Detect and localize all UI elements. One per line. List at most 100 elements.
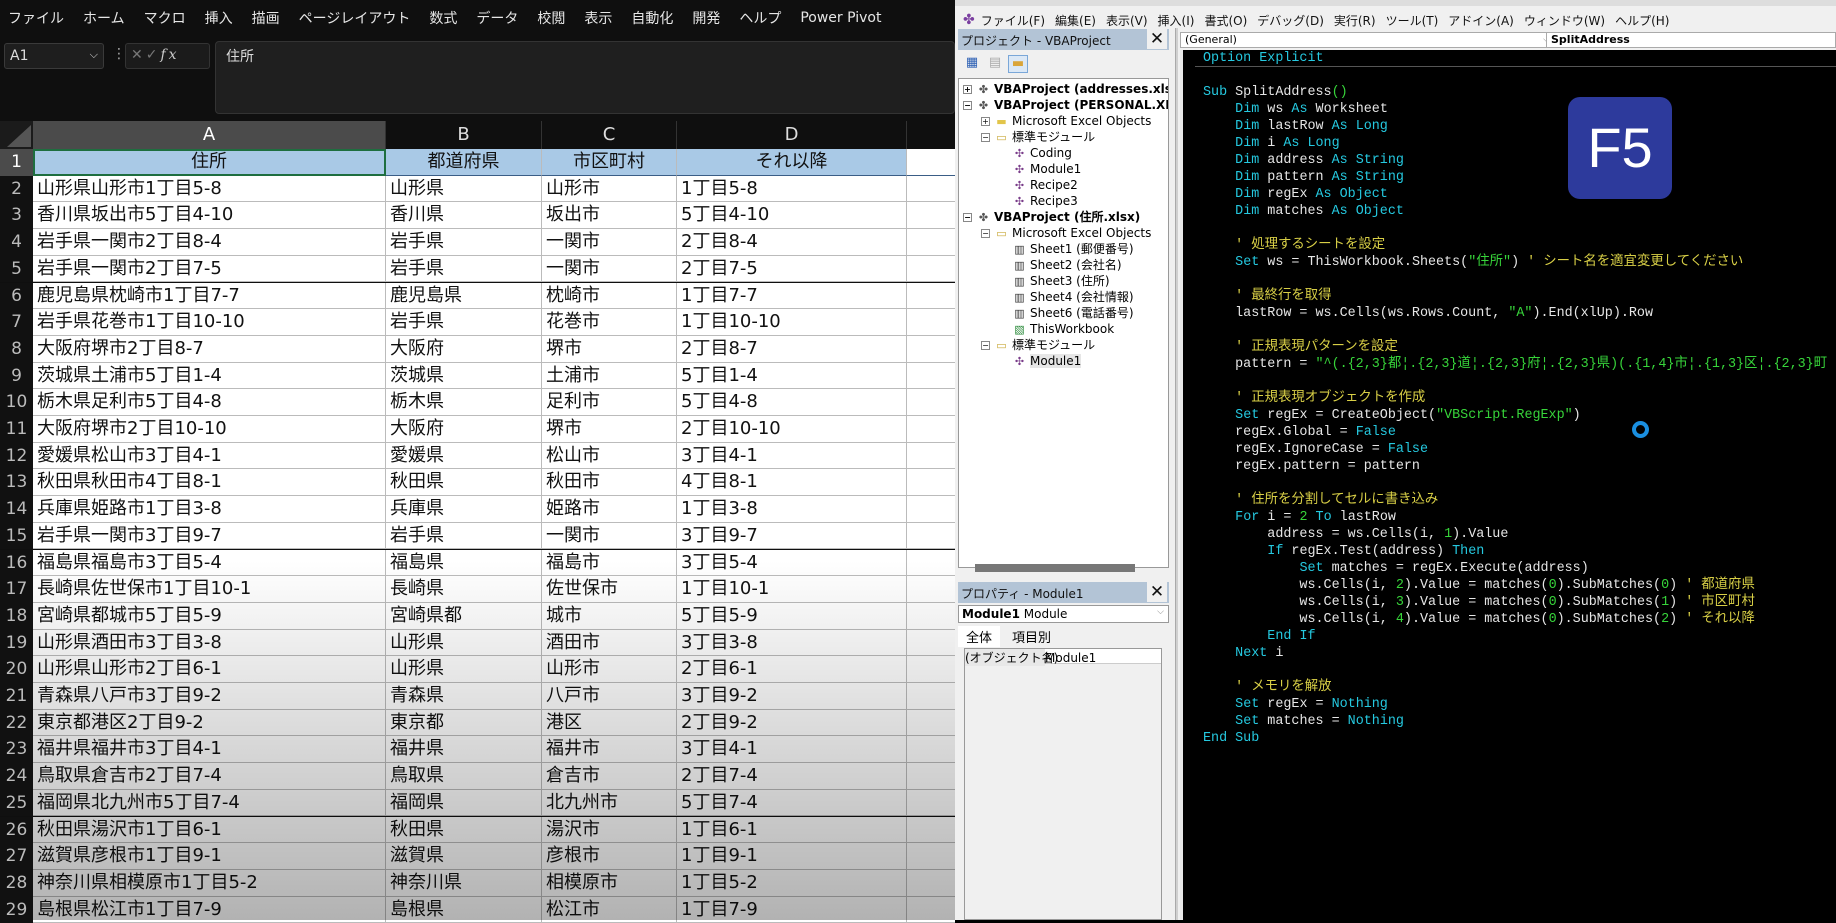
tree-item[interactable]: − ▭ Microsoft Excel Objects [981, 225, 1151, 241]
menu-item[interactable]: アドイン(A) [1448, 12, 1514, 29]
row-header[interactable]: 22 [0, 709, 33, 737]
cell[interactable]: 東京都 [386, 709, 542, 737]
row-header[interactable]: 4 [0, 229, 33, 256]
cell[interactable]: 香川県 [386, 202, 542, 230]
tree-item[interactable]: − ▭ 標準モジュール [981, 129, 1095, 145]
cell[interactable]: 東京都港区2丁目9-2 [33, 709, 386, 737]
name-box[interactable]: A1 ⌵ [4, 43, 104, 69]
empty-cell[interactable] [907, 789, 955, 817]
collapse-icon[interactable]: − [963, 213, 972, 222]
close-icon[interactable]: ✕ [1147, 29, 1167, 49]
cell[interactable]: 2丁目8-4 [677, 229, 907, 256]
empty-cell[interactable] [907, 602, 955, 630]
cell[interactable]: 鹿児島県枕崎市1丁目7-7 [33, 282, 386, 310]
cell[interactable]: 1丁目5-2 [677, 869, 907, 897]
cell[interactable]: 秋田県秋田市4丁目8-1 [33, 469, 386, 497]
empty-cell[interactable] [907, 522, 955, 550]
menu-item[interactable]: ツール(T) [1386, 12, 1439, 29]
property-value[interactable]: Module1 [1045, 651, 1096, 665]
properties-object-select[interactable]: Module1 Module ⌵ [958, 605, 1169, 623]
ribbon-tab[interactable]: 描画 [252, 8, 280, 28]
cell[interactable]: 福島県福島市3丁目5-4 [33, 549, 386, 577]
cell[interactable]: 秋田市 [542, 469, 677, 497]
cell[interactable]: 3丁目9-7 [677, 522, 907, 550]
row-header[interactable]: 11 [0, 416, 33, 443]
cell[interactable]: 長崎県 [386, 576, 542, 603]
tree-item[interactable]: ▥ Sheet1 (郵便番号) [1012, 241, 1133, 257]
row-header[interactable]: 19 [0, 629, 33, 657]
cell[interactable]: 鳥取県倉吉市2丁目7-4 [33, 763, 386, 790]
ribbon-tab[interactable]: 表示 [584, 8, 612, 28]
cell[interactable]: 彦根市 [542, 843, 677, 870]
cell[interactable]: 一関市 [542, 522, 677, 550]
horizontal-scrollbar[interactable] [975, 564, 1135, 572]
cell[interactable]: 1丁目6-1 [677, 816, 907, 844]
cell[interactable]: 青森県八戸市3丁目9-2 [33, 683, 386, 710]
cell[interactable]: 岩手県 [386, 309, 542, 336]
cell[interactable]: 佐世保市 [542, 576, 677, 603]
toggle-folders-icon[interactable]: ▬ [1008, 55, 1028, 73]
cell[interactable]: 福井県福井市3丁目4-1 [33, 736, 386, 764]
cell[interactable]: 大阪府 [386, 335, 542, 363]
tree-item[interactable]: ▧ ThisWorkbook [1012, 321, 1114, 337]
cell[interactable]: 3丁目4-1 [677, 736, 907, 764]
cell[interactable]: 1丁目10-10 [677, 309, 907, 336]
empty-cell[interactable] [907, 255, 955, 283]
cell[interactable]: 島根県 [386, 896, 542, 923]
row-header[interactable]: 29 [0, 896, 33, 923]
cell[interactable]: 1丁目3-8 [677, 496, 907, 523]
empty-cell[interactable] [907, 416, 955, 443]
cell[interactable]: 長崎県佐世保市1丁目10-1 [33, 576, 386, 603]
cell[interactable]: 福岡県北九州市5丁目7-4 [33, 789, 386, 817]
cell[interactable]: 山形県山形市2丁目6-1 [33, 656, 386, 683]
row-header[interactable]: 27 [0, 843, 33, 870]
tab-alphabetic[interactable]: 全体 [958, 626, 1001, 647]
tree-item[interactable]: + ▬ Microsoft Excel Objects [981, 113, 1151, 129]
row-header[interactable]: 28 [0, 869, 33, 897]
empty-cell[interactable] [907, 896, 955, 923]
ribbon-tab[interactable]: ファイル [8, 8, 64, 28]
column-header-d[interactable]: D [677, 121, 907, 149]
row-header[interactable]: 7 [0, 309, 33, 336]
empty-cell[interactable] [907, 309, 955, 336]
cell[interactable]: 神奈川県相模原市1丁目5-2 [33, 869, 386, 897]
tree-item[interactable]: ✣ Module1 [1012, 353, 1082, 369]
procedure-select[interactable]: SplitAddress [1546, 32, 1836, 48]
cell[interactable]: 神奈川県 [386, 869, 542, 897]
cell[interactable]: 秋田県湯沢市1丁目6-1 [33, 816, 386, 844]
cell[interactable]: 堺市 [542, 335, 677, 363]
cell[interactable]: 茨城県土浦市5丁目1-4 [33, 362, 386, 390]
cell[interactable]: 2丁目7-5 [677, 255, 907, 283]
collapse-icon[interactable]: − [981, 133, 990, 142]
chevron-down-icon[interactable]: ⌵ [90, 48, 98, 62]
ribbon-tab[interactable]: 開発 [692, 8, 720, 28]
row-header[interactable]: 5 [0, 255, 33, 283]
cell[interactable]: 4丁目8-1 [677, 469, 907, 497]
cell[interactable]: 愛媛県 [386, 442, 542, 470]
cell[interactable]: 岩手県一関市3丁目9-7 [33, 522, 386, 550]
cell[interactable]: 兵庫県 [386, 496, 542, 523]
cell[interactable]: 山形県 [386, 656, 542, 683]
ribbon-tab[interactable]: 挿入 [205, 8, 233, 28]
cell[interactable]: 2丁目8-7 [677, 335, 907, 363]
empty-cell[interactable] [907, 549, 955, 577]
ribbon-tab[interactable]: 自動化 [631, 8, 673, 28]
menu-item[interactable]: ウィンドウ(W) [1524, 12, 1605, 29]
ribbon-tab[interactable]: ページレイアウト [299, 8, 411, 28]
ribbon-tab[interactable]: ホーム [83, 8, 125, 28]
cell[interactable]: 宮崎県都城市5丁目5-9 [33, 602, 386, 630]
row-header[interactable]: 24 [0, 763, 33, 790]
chevron-down-icon[interactable]: ⌵ [1157, 607, 1164, 617]
row-header[interactable]: 3 [0, 202, 33, 230]
cell[interactable]: 岩手県花巻市1丁目10-10 [33, 309, 386, 336]
ribbon-tab[interactable]: マクロ [144, 8, 186, 28]
cell[interactable]: 相模原市 [542, 869, 677, 897]
cell[interactable]: 1丁目7-7 [677, 282, 907, 310]
cell[interactable]: 岩手県 [386, 522, 542, 550]
cell[interactable]: 福岡県 [386, 789, 542, 817]
cell[interactable]: 3丁目5-4 [677, 549, 907, 577]
cell[interactable]: 酒田市 [542, 629, 677, 657]
cell[interactable]: 岩手県 [386, 255, 542, 283]
cell[interactable]: 島根県松江市1丁目7-9 [33, 896, 386, 923]
column-header-a[interactable]: A [33, 121, 386, 149]
